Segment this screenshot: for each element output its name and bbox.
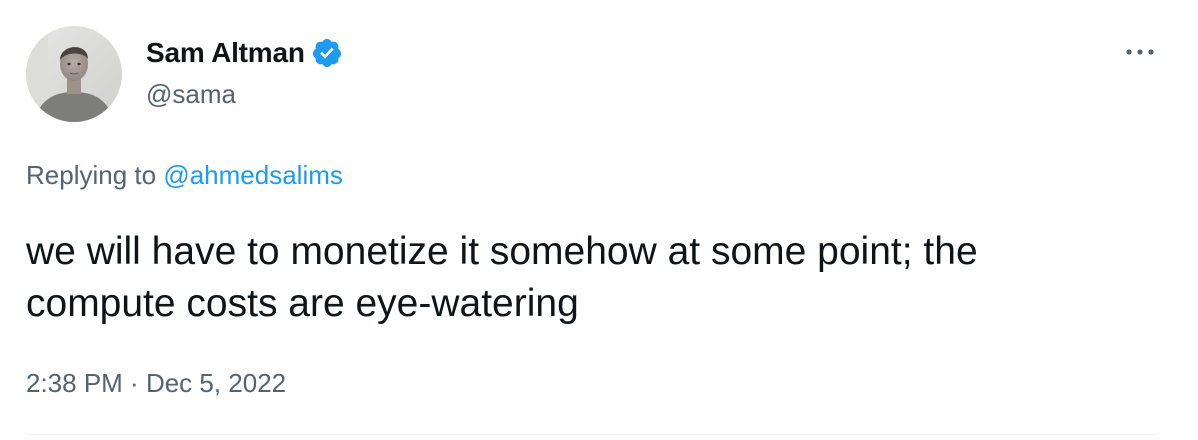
reply-context: Replying to @ahmedsalims xyxy=(26,158,343,192)
tweet-date: Dec 5, 2022 xyxy=(145,368,287,398)
author-name-row: Sam Altman xyxy=(146,35,343,71)
author-handle[interactable]: @sama xyxy=(146,78,236,110)
tweet-time: 2:38 PM xyxy=(26,368,123,398)
reply-prefix: Replying to xyxy=(26,160,164,190)
author-name[interactable]: Sam Altman xyxy=(146,35,305,71)
reply-mention-link[interactable]: @ahmedsalims xyxy=(163,160,343,190)
more-horizontal-icon xyxy=(1126,49,1154,55)
tweet-text-line: we will have to monetize it somehow at s… xyxy=(26,230,978,273)
tweet-text-line: compute costs are eye-watering xyxy=(26,282,579,325)
meta-separator: · xyxy=(122,368,146,398)
more-options-button[interactable] xyxy=(1120,34,1160,70)
tweet-text: we will have to monetize it somehow at s… xyxy=(26,226,1176,330)
tweet-card: Sam Altman @sama Replying to @ahmedsalim… xyxy=(0,0,1198,440)
verified-badge-icon xyxy=(311,37,343,69)
tweet-timestamp[interactable]: 2:38 PM · Dec 5, 2022 xyxy=(26,366,286,400)
avatar-photo-icon xyxy=(26,26,122,122)
avatar[interactable] xyxy=(26,26,122,122)
divider xyxy=(26,434,1158,435)
